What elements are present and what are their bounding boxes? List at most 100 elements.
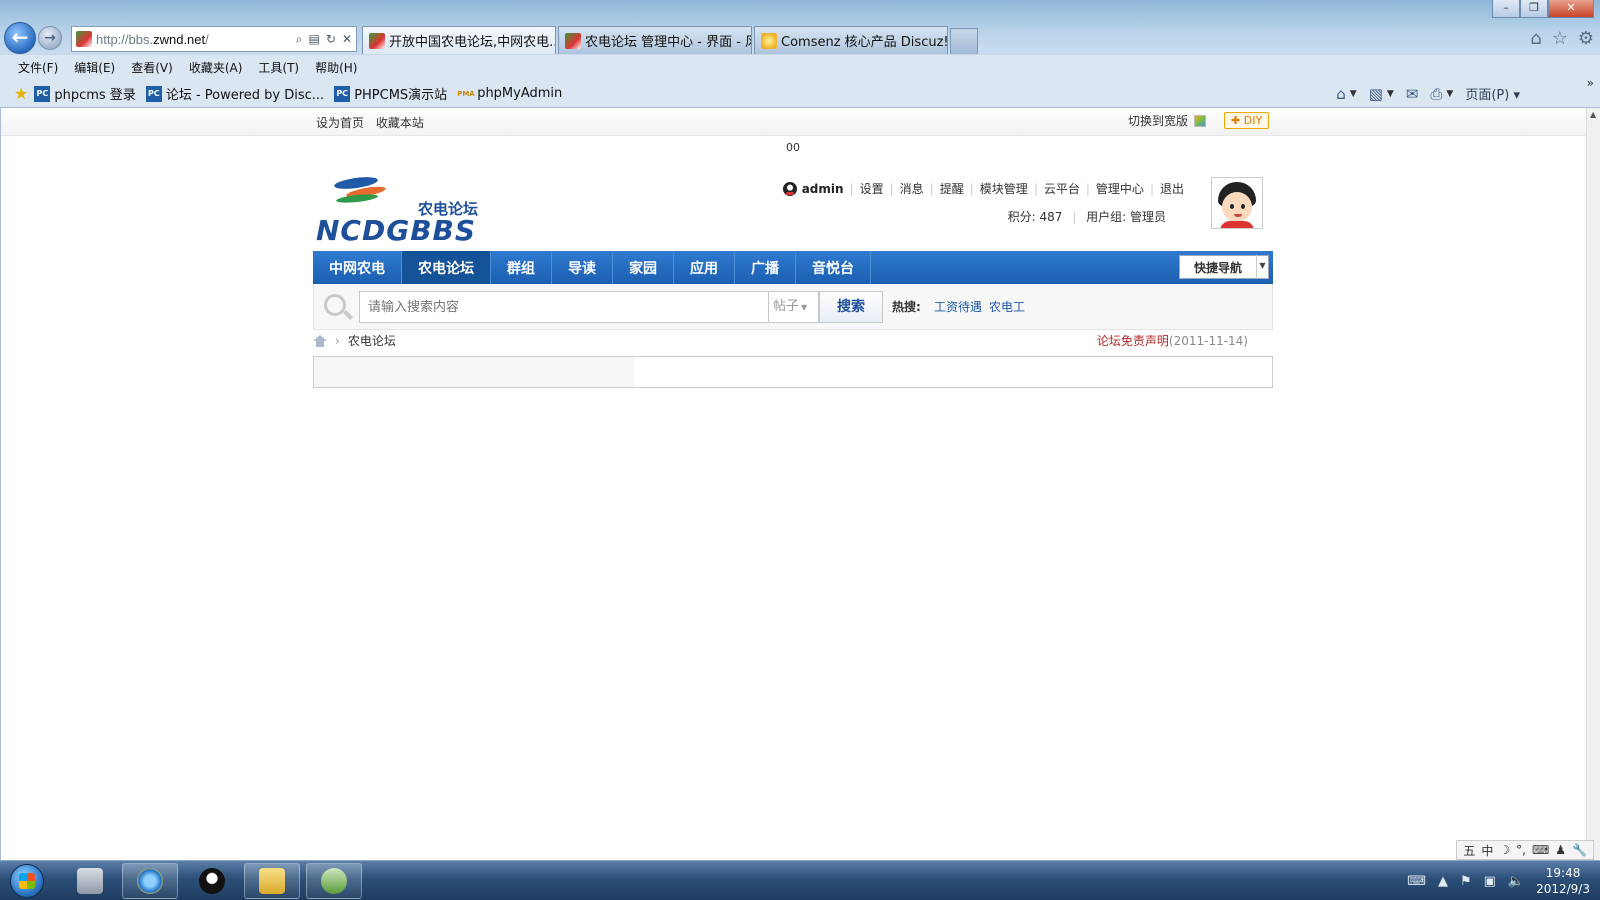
chevron-down-icon[interactable]: ▼ (1387, 89, 1394, 99)
taskbar-ftp[interactable] (306, 863, 362, 899)
clock[interactable]: 19:48 2012/9/3 (1536, 865, 1590, 897)
search-input[interactable] (359, 291, 769, 323)
bookmark-link[interactable]: 收藏本站 (376, 116, 424, 130)
user-points[interactable]: 积分: 487 (1008, 210, 1063, 224)
chevron-down-icon[interactable]: ▼ (1256, 255, 1268, 279)
keyboard-icon[interactable]: ⌨ (1407, 874, 1426, 889)
tab-admin-center[interactable]: 农电论坛 管理中心 - 界面 - 风... (558, 26, 752, 54)
forum-logo[interactable]: 农电论坛 NCDGBBS (316, 174, 506, 247)
vertical-scrollbar[interactable]: ▲ (1586, 108, 1600, 860)
more-chevron-icon[interactable]: » (1587, 76, 1594, 90)
refresh-icon[interactable]: ↻ (326, 32, 336, 47)
username-link[interactable]: admin (802, 182, 844, 196)
content-box (313, 356, 1273, 388)
minimize-button[interactable]: – (1492, 0, 1520, 18)
user-group[interactable]: 用户组: 管理员 (1086, 210, 1166, 224)
menu-view[interactable]: 查看(V) (131, 59, 173, 76)
mail-icon[interactable]: ✉ (1406, 85, 1419, 103)
back-button[interactable]: ← (4, 22, 36, 54)
action-center-flag-icon[interactable]: ⚑ (1460, 874, 1472, 889)
tab-forum-home[interactable]: 开放中国农电论坛,中网农电... × (362, 26, 556, 54)
search-button[interactable]: 搜索 (819, 291, 883, 323)
favorite-item[interactable]: PC PHPCMS演示站 (334, 84, 447, 103)
ime-mode-icon[interactable]: 五 (1463, 842, 1475, 859)
hot-search-link[interactable]: 工资待遇 (934, 298, 982, 315)
user-link-settings[interactable]: 设置 (860, 180, 884, 197)
nav-item-apps[interactable]: 应用 (674, 251, 735, 284)
chevron-down-icon[interactable]: ▼ (1350, 89, 1357, 99)
nav-item-music[interactable]: 音悦台 (796, 251, 871, 284)
page-menu[interactable]: 页面(P) ▾ (1465, 84, 1520, 103)
ime-chinese-icon[interactable]: 中 (1481, 842, 1493, 859)
tools-gear-icon[interactable]: ⚙ (1578, 28, 1594, 49)
tab-comsenz[interactable]: Comsenz 核心产品 Discuz! X... (754, 26, 948, 54)
favorite-item[interactable]: PMA phpMyAdmin (457, 86, 562, 102)
nav-item-zwnd[interactable]: 中网农电 (313, 251, 402, 284)
ime-punct-icon[interactable]: °, (1516, 843, 1526, 857)
hot-search-link[interactable]: 农电工 (989, 298, 1025, 315)
nav-item-forum[interactable]: 农电论坛 (402, 251, 491, 284)
qq-penguin-icon (782, 181, 797, 196)
tab-favicon (565, 32, 581, 49)
feeds-icon[interactable]: ▧ (1369, 85, 1383, 103)
favorites-star-icon[interactable]: ★ (14, 84, 28, 103)
search-type-select[interactable]: 帖子 ▼ (769, 291, 819, 323)
taskbar-server-manager[interactable] (62, 863, 118, 899)
nav-item-broadcast[interactable]: 广播 (735, 251, 796, 284)
ime-user-icon[interactable]: ♟ (1555, 843, 1566, 857)
forward-button[interactable]: → (38, 26, 62, 50)
home-icon[interactable]: ⌂ (1530, 28, 1541, 49)
menu-favorites[interactable]: 收藏夹(A) (189, 59, 243, 76)
user-link-logout[interactable]: 退出 (1160, 180, 1184, 197)
home-icon[interactable]: ⌂ (1336, 85, 1346, 103)
taskbar-qq[interactable] (184, 863, 240, 899)
breadcrumb-current[interactable]: 农电论坛 (348, 332, 396, 349)
menu-tools[interactable]: 工具(T) (258, 59, 299, 76)
menu-file[interactable]: 文件(F) (18, 59, 58, 76)
new-tab-button[interactable] (950, 28, 978, 54)
chevron-right-icon: › (335, 333, 340, 348)
set-home-link[interactable]: 设为首页 (316, 116, 364, 130)
ime-keyboard-icon[interactable]: ⌨ (1532, 843, 1549, 857)
user-link-admin-center[interactable]: 管理中心 (1096, 180, 1144, 197)
favorite-item[interactable]: PC phpcms 登录 (34, 84, 136, 103)
main-nav: 中网农电 农电论坛 群组 导读 家园 应用 广播 音悦台 快捷导航 ▼ (313, 251, 1273, 284)
disclaimer-link[interactable]: 论坛免责声明 (1097, 334, 1169, 348)
user-link-module-admin[interactable]: 模块管理 (980, 180, 1028, 197)
nav-item-groups[interactable]: 群组 (491, 251, 552, 284)
ime-settings-icon[interactable]: 🔧 (1572, 843, 1587, 857)
favorites-star-icon[interactable]: ☆ (1552, 28, 1568, 49)
show-hidden-icons[interactable]: ▲ (1438, 874, 1448, 889)
restore-button[interactable]: ❐ (1520, 0, 1548, 18)
start-button[interactable] (4, 861, 52, 900)
phpcms-icon: PC (34, 85, 51, 102)
network-icon[interactable]: ▣ (1484, 874, 1496, 889)
avatar[interactable] (1211, 177, 1263, 229)
compatibility-view-icon[interactable]: ▤ (309, 32, 320, 47)
quick-nav-button[interactable]: 快捷导航 ▼ (1178, 255, 1269, 279)
favorite-item[interactable]: PC 论坛 - Powered by Disc... (145, 84, 324, 103)
user-link-notices[interactable]: 提醒 (940, 180, 964, 197)
chevron-down-icon[interactable]: ▼ (1446, 89, 1453, 99)
switch-width-link[interactable]: 切换到宽版 (1128, 112, 1188, 129)
scroll-up-icon[interactable]: ▲ (1590, 110, 1596, 119)
print-icon[interactable]: ⎙ (1430, 85, 1442, 103)
address-bar[interactable]: http://bbs.zwnd.net/ ⌕ ▤ ↻ ✕ (71, 26, 357, 52)
menu-help[interactable]: 帮助(H) (315, 59, 357, 76)
ime-moon-icon[interactable]: ☽ (1499, 843, 1510, 857)
user-link-messages[interactable]: 消息 (900, 180, 924, 197)
close-window-button[interactable]: ✕ (1548, 0, 1594, 18)
home-icon[interactable] (313, 334, 327, 347)
address-search-icon[interactable]: ⌕ (296, 32, 303, 47)
user-link-cloud[interactable]: 云平台 (1044, 180, 1080, 197)
diy-button[interactable]: ✚ DIY (1224, 112, 1270, 129)
stop-icon[interactable]: ✕ (342, 32, 352, 47)
nav-item-guide[interactable]: 导读 (552, 251, 613, 284)
taskbar-explorer[interactable] (244, 863, 300, 899)
menu-edit[interactable]: 编辑(E) (74, 59, 115, 76)
volume-icon[interactable]: 🔈 (1508, 874, 1524, 889)
address-url[interactable]: http://bbs.zwnd.net/ (96, 32, 296, 47)
style-swatch-icon[interactable] (1194, 114, 1207, 127)
nav-item-home[interactable]: 家园 (613, 251, 674, 284)
taskbar-internet-explorer[interactable] (122, 863, 178, 899)
